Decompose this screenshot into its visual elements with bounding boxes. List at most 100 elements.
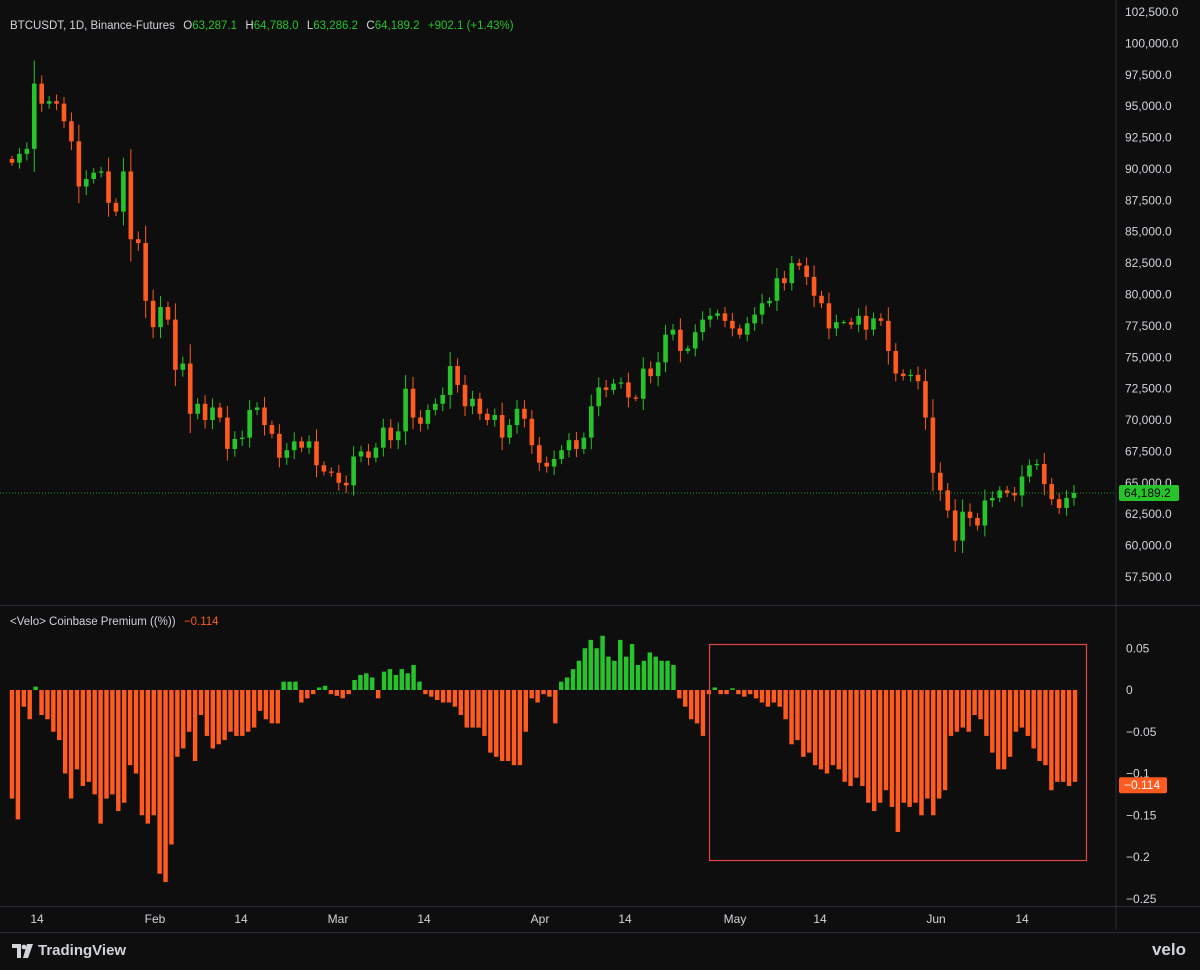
candle [381,427,386,448]
chart-area[interactable]: 102,500.0 100,000.0 97,500.0 95,000.0 92,500… [0,0,1200,970]
premium-bar [1037,690,1042,761]
premium-bar [871,690,877,812]
candle [544,462,550,467]
time-tick-label: 14 [234,912,248,926]
premium-tick-label: 0 [1126,683,1133,697]
candle [187,363,193,414]
premium-bar [216,690,221,745]
premium-bar [1043,690,1048,766]
candle [418,417,423,424]
indicator-title[interactable]: <Velo> Coinbase Premium ((%)) [10,616,176,628]
premium-bar [62,690,68,774]
premium-bar [570,669,576,690]
candle [1041,464,1047,485]
premium-bar [228,690,233,732]
time-tick-label: Mar [328,912,349,926]
candle [225,417,230,449]
premium-bar [576,660,582,690]
premium-bar [753,690,759,699]
premium-bar [192,690,198,761]
premium-bar [718,690,723,695]
premium-bar [700,690,706,736]
premium-bar [222,690,227,741]
candle [908,374,913,377]
premium-bar [145,690,151,824]
premium-bar [1031,690,1036,749]
premium-bar [783,690,788,720]
premium-bar [996,690,1001,770]
premium-bar [110,690,115,795]
candle [254,407,260,411]
premium-bar [340,690,345,699]
candle [262,407,267,426]
premium-bar [488,690,493,753]
premium-bar [1049,690,1054,791]
candle [626,382,631,398]
premium-bar [381,671,387,690]
candle [1064,497,1069,508]
premium-bar [417,681,422,690]
premium-bar [240,690,245,736]
premium-bar [139,690,145,816]
premium-bar [629,644,635,690]
candle [767,300,772,304]
premium-bar [346,690,351,695]
premium-bar [440,690,446,703]
premium-bar [647,652,653,690]
candle [648,368,653,377]
tradingview-logo[interactable]: TradingView [12,942,126,959]
candle [217,407,223,418]
time-tick-label: 14 [813,912,827,926]
premium-bar [246,690,251,732]
premium-bar [724,690,729,695]
time-tick-label: May [724,912,747,926]
candle [202,403,208,421]
premium-bar [423,690,428,695]
candle [195,403,200,414]
price-tick-label: 70,000.0 [1125,413,1172,427]
premium-bar [310,690,316,695]
premium-bar [434,690,440,701]
candle [269,425,275,434]
premium-bar [358,674,363,690]
candle [670,329,676,335]
candle [796,263,802,266]
premium-tick-label: −0.25 [1126,892,1157,906]
candle [1056,499,1062,508]
premium-bar [600,635,605,690]
candle [603,387,609,390]
price-tick-label: 90,000.0 [1125,162,1172,176]
candle [990,497,995,501]
candle [871,318,876,330]
premium-bar [936,690,942,799]
candle [522,408,527,419]
candle [24,148,30,154]
candle [128,171,134,240]
premium-bar [606,656,611,690]
premium-tick-label: 0.05 [1126,641,1150,655]
premium-tag: −0.114 [1124,778,1160,792]
candle [663,334,668,363]
premium-bar [251,690,257,728]
price-tick-label: 102,500.0 [1125,5,1179,19]
premium-bar [68,690,74,799]
premium-bar [984,690,989,736]
low-value: 63,286.2 [313,20,359,32]
premium-bar [612,660,617,690]
candle [507,425,512,438]
premium-bar [866,690,871,803]
candle [143,243,148,301]
price-tick-label: 85,000.0 [1125,225,1172,239]
premium-bar [163,690,168,883]
premium-bar [181,690,186,749]
premium-bar [547,690,552,697]
price-tick-label: 62,500.0 [1125,507,1172,521]
candle [329,471,334,473]
premium-bar [1060,690,1066,782]
high-value: 64,788.0 [253,20,299,32]
premium-bar [712,687,717,690]
premium-bar [677,690,682,699]
price-tick-label: 100,000.0 [1125,36,1179,50]
symbol-name[interactable]: BTCUSDT, 1D, Binance-Futures [10,20,175,32]
premium-bar [765,690,771,707]
